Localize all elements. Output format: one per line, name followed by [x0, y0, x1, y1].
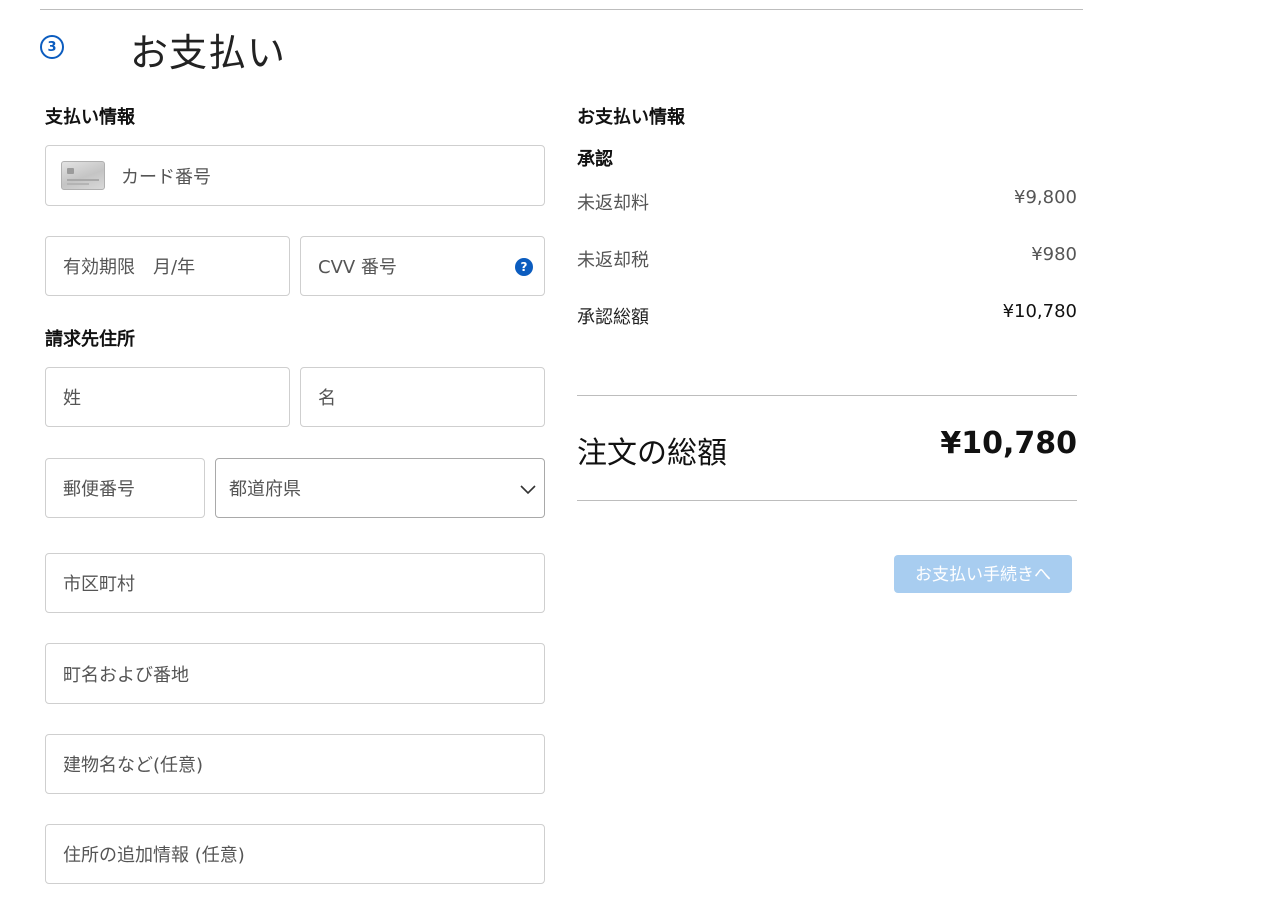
help-icon[interactable]: ? — [515, 258, 533, 276]
building-field[interactable]: 建物名など(任意) — [45, 734, 545, 794]
authorized-total-label: 承認総額 — [577, 307, 649, 328]
extra-address-field[interactable]: 住所の追加情報 (任意) — [45, 824, 545, 884]
top-divider — [40, 9, 1083, 10]
proceed-to-payment-button[interactable]: お支払い手続きへ — [894, 555, 1072, 593]
authorization-subheading: 承認 — [577, 149, 613, 170]
cvv-field[interactable]: CVV 番号 ? — [300, 236, 545, 296]
unreturned-fee-label: 未返却料 — [577, 193, 649, 214]
street-placeholder: 町名および番地 — [63, 664, 189, 686]
first-name-placeholder: 名 — [318, 388, 336, 409]
card-number-field[interactable]: カード番号 — [45, 145, 545, 206]
city-field[interactable]: 市区町村 — [45, 553, 545, 613]
last-name-field[interactable]: 姓 — [45, 367, 290, 427]
summary-divider-top — [577, 395, 1077, 396]
step-number-badge: 3 — [40, 35, 64, 59]
unreturned-tax-label: 未返却税 — [577, 250, 649, 271]
prefecture-selected-value: 都道府県 — [229, 479, 301, 500]
last-name-placeholder: 姓 — [63, 388, 81, 409]
extra-address-placeholder: 住所の追加情報 (任意) — [63, 845, 245, 866]
first-name-field[interactable]: 名 — [300, 367, 545, 427]
summary-heading: お支払い情報 — [577, 107, 685, 128]
authorized-total-value: ¥10,780 — [1002, 301, 1077, 322]
prefecture-select[interactable]: 都道府県 — [215, 458, 545, 518]
billing-address-heading: 請求先住所 — [45, 329, 135, 350]
order-total-label: 注文の総額 — [577, 436, 727, 471]
city-placeholder: 市区町村 — [63, 574, 135, 595]
postal-code-field[interactable]: 郵便番号 — [45, 458, 205, 518]
chevron-down-icon — [520, 485, 536, 495]
cvv-placeholder: CVV 番号 — [318, 257, 397, 278]
expiry-placeholder: 有効期限 月/年 — [63, 257, 196, 278]
payment-info-heading: 支払い情報 — [45, 107, 135, 128]
unreturned-fee-value: ¥9,800 — [1014, 187, 1077, 208]
summary-divider-bottom — [577, 500, 1077, 501]
expiry-date-field[interactable]: 有効期限 月/年 — [45, 236, 290, 296]
building-placeholder: 建物名など(任意) — [63, 755, 204, 776]
card-number-placeholder: カード番号 — [121, 166, 211, 188]
order-total-value: ¥10,780 — [940, 426, 1077, 461]
postal-code-placeholder: 郵便番号 — [63, 479, 135, 500]
credit-card-icon — [61, 161, 105, 190]
unreturned-tax-value: ¥980 — [1031, 244, 1077, 265]
street-field[interactable]: 町名および番地 — [45, 643, 545, 704]
section-title: お支払い — [130, 31, 287, 75]
